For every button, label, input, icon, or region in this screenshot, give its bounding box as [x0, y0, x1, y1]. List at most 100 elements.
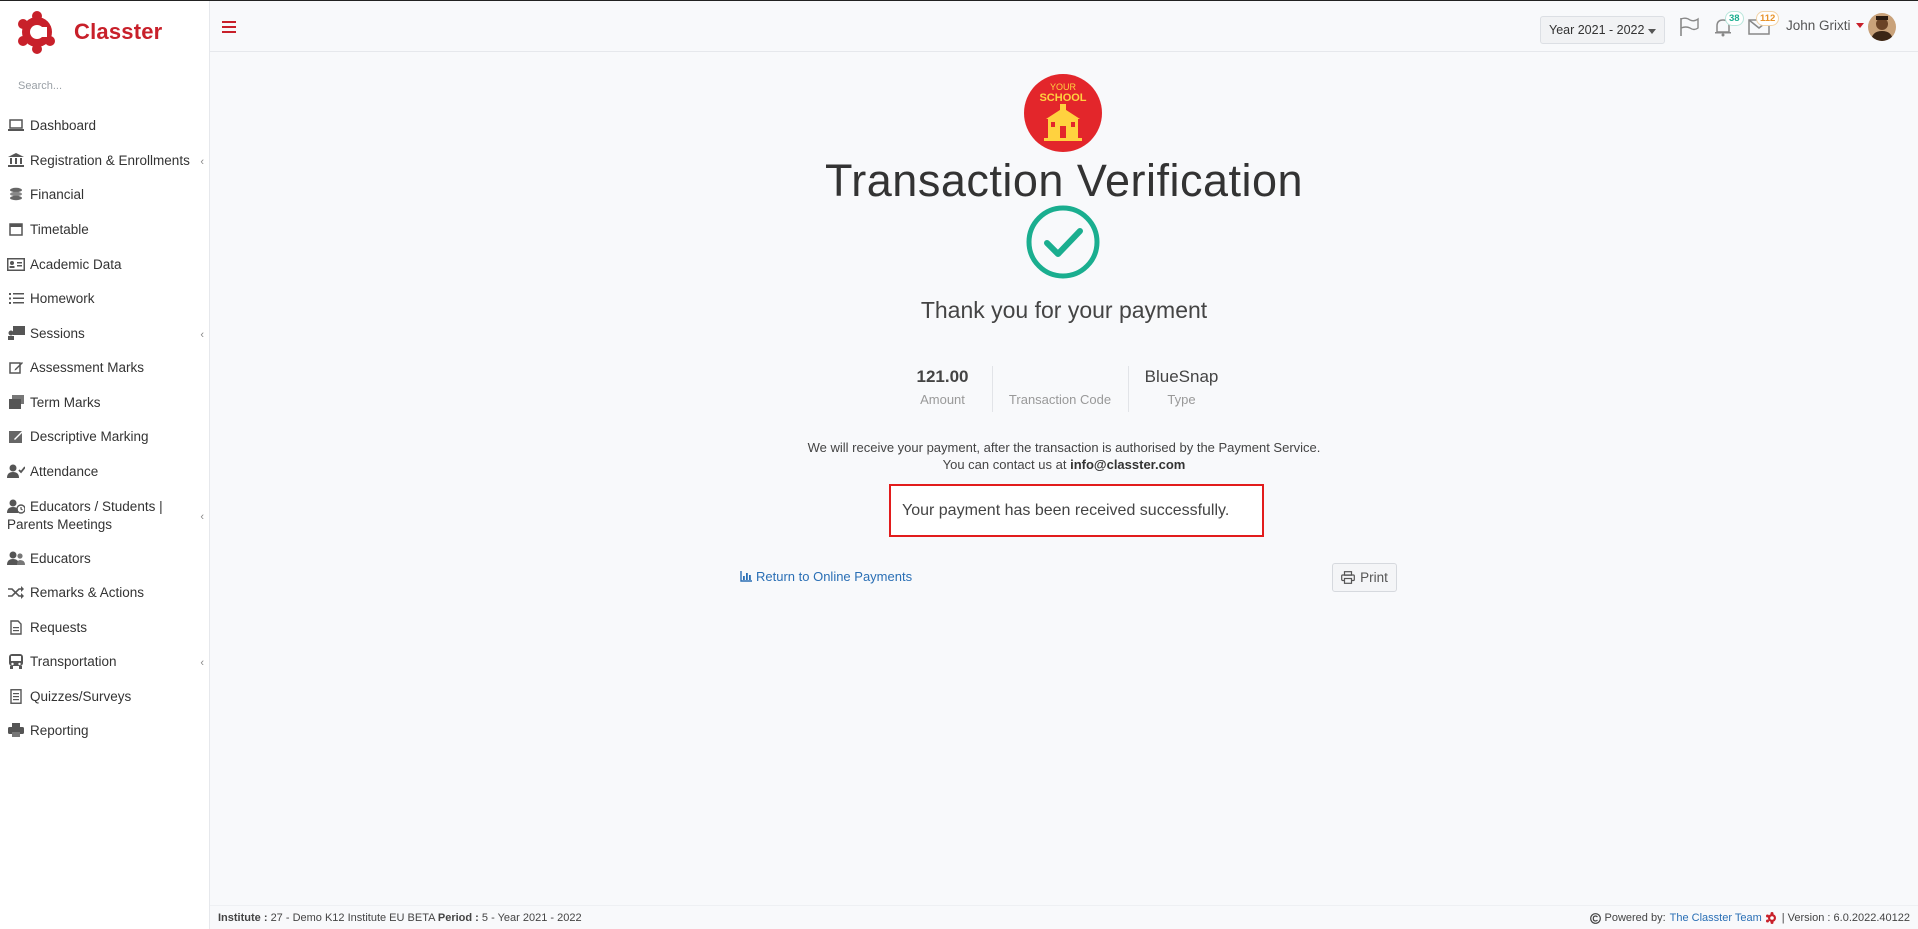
- info-line-2: You can contact us at info@classter.com: [210, 456, 1918, 473]
- success-message: Your payment has been received successfu…: [902, 501, 1230, 519]
- sidebar-item-label: Timetable: [30, 222, 89, 237]
- flag-icon[interactable]: [1678, 17, 1702, 39]
- edit-icon: [7, 359, 25, 375]
- sidebar-item-label: Homework: [30, 291, 95, 306]
- sidebar-item-term-marks[interactable]: Term Marks: [0, 394, 210, 412]
- caret-down-icon: [1855, 23, 1864, 28]
- payment-info: We will receive your payment, after the …: [210, 439, 1918, 473]
- sidebar-item-homework[interactable]: Homework: [0, 290, 210, 308]
- pencil-board-icon: [7, 428, 25, 444]
- transaction-stats: 121.00 Amount Transaction Code BlueSnap …: [210, 366, 1918, 412]
- page-title: Transaction Verification: [824, 155, 1304, 206]
- brand-name: Classter: [74, 19, 163, 44]
- avatar[interactable]: [1868, 13, 1896, 41]
- user-menu[interactable]: John Grixti: [1786, 18, 1864, 33]
- notifications-badge: 38: [1725, 11, 1744, 26]
- laptop-icon: [7, 117, 25, 133]
- classter-logo-icon: [18, 11, 55, 54]
- user-check-icon: [7, 463, 25, 479]
- sidebar-item-timetable[interactable]: Timetable: [0, 221, 210, 239]
- caret-down-icon: [1648, 29, 1656, 34]
- sidebar-item-label: Sessions: [30, 326, 85, 341]
- sidebar-item-dashboard[interactable]: Dashboard: [0, 117, 210, 135]
- notifications-bell-icon[interactable]: 38: [1713, 11, 1744, 39]
- sidebar-item-attendance[interactable]: Attendance: [0, 463, 210, 481]
- sidebar-item-label: Quizzes/Surveys: [30, 689, 132, 704]
- classter-team-link[interactable]: The Classter Team: [1670, 912, 1762, 924]
- sidebar-item-academic-data[interactable]: Academic Data: [0, 256, 210, 274]
- sidebar-item-remarks-actions[interactable]: Remarks & Actions: [0, 584, 210, 602]
- sidebar-menu: Dashboard Registration & Enrollments ‹ F…: [0, 107, 210, 740]
- messages-envelope-icon[interactable]: 112: [1748, 11, 1780, 39]
- sidebar-item-label: Requests: [30, 620, 88, 635]
- institution-icon: [7, 152, 25, 168]
- sidebar-item-label: Academic Data: [30, 257, 122, 272]
- thank-you-message: Thank you for your payment: [920, 297, 1208, 323]
- list-check-icon: [7, 290, 25, 306]
- copyright-icon: [1590, 912, 1602, 924]
- return-to-online-payments-link[interactable]: Return to Online Payments: [740, 569, 912, 584]
- stat-transaction-code: Transaction Code: [993, 366, 1129, 412]
- sidebar-item-transportation[interactable]: Transportation ‹: [0, 653, 210, 671]
- sidebar-item-label: Registration & Enrollments: [30, 153, 190, 168]
- sidebar-item-sessions[interactable]: Sessions ‹: [0, 325, 210, 343]
- print-button[interactable]: Print: [1332, 563, 1397, 592]
- success-message-box: Your payment has been received successfu…: [889, 484, 1264, 537]
- sidebar-item-label: Educators: [30, 551, 91, 566]
- stat-label: Amount: [920, 392, 965, 407]
- institute-label: Institute :: [218, 912, 268, 924]
- chevron-left-icon: ‹: [200, 657, 204, 669]
- top-header: Year 2021 - 2022 38 112 John Grixti: [210, 1, 1918, 52]
- sidebar-item-registration[interactable]: Registration & Enrollments ‹: [0, 152, 210, 170]
- period-value: 5 - Year 2021 - 2022: [481, 912, 582, 924]
- chevron-left-icon: ‹: [200, 329, 204, 341]
- return-link-label: Return to Online Payments: [756, 569, 913, 584]
- success-check-icon: [1026, 205, 1100, 279]
- classter-mini-logo-icon: [1765, 912, 1776, 924]
- stat-label: Transaction Code: [1008, 392, 1112, 407]
- sidebar-item-label: Transportation: [30, 654, 117, 669]
- shuffle-icon: [7, 584, 25, 600]
- sidebar-item-reporting[interactable]: Reporting: [0, 722, 210, 740]
- school-logo: YOUR SCHOOL: [1024, 74, 1102, 152]
- info-contact-prefix: You can contact us at: [942, 457, 1067, 472]
- sidebar-item-assessment-marks[interactable]: Assessment Marks: [0, 359, 210, 377]
- chart-icon: [740, 571, 752, 582]
- institute-value: 27 - Demo K12 Institute EU BETA: [270, 912, 435, 924]
- sidebar-item-label: Dashboard: [30, 118, 97, 133]
- year-selector[interactable]: Year 2021 - 2022: [1540, 16, 1665, 44]
- school-logo-text-school: SCHOOL: [1039, 92, 1086, 104]
- menu-toggle-icon[interactable]: [222, 21, 236, 33]
- search-input[interactable]: [10, 75, 200, 97]
- sidebar: Classter Dashboard Registration & Enroll…: [0, 1, 210, 929]
- powered-by-label: Powered by:: [1604, 912, 1666, 924]
- stat-value: 121.00: [916, 367, 969, 386]
- sidebar-item-financial[interactable]: Financial: [0, 186, 210, 204]
- sidebar-item-descriptive-marking[interactable]: Descriptive Marking: [0, 428, 210, 446]
- footer-powered-by: Powered by: The Classter Team | Version …: [1590, 912, 1910, 924]
- sidebar-item-quizzes[interactable]: Quizzes/Surveys: [0, 688, 210, 706]
- main-content: YOUR SCHOOL Transaction Verification Tha…: [210, 52, 1918, 905]
- messages-badge: 112: [1756, 11, 1780, 26]
- sidebar-item-label: Financial: [30, 187, 85, 202]
- sidebar-item-label: Educators / Students | Parents Meetings: [7, 499, 163, 532]
- chevron-left-icon: ‹: [200, 156, 204, 168]
- sidebar-item-label: Term Marks: [30, 395, 101, 410]
- sidebar-item-meetings[interactable]: Educators / Students | Parents Meetings …: [0, 498, 210, 534]
- period-label: Period :: [437, 912, 479, 924]
- stat-type: BlueSnap Type: [1129, 366, 1235, 412]
- sidebar-item-educators[interactable]: Educators: [0, 550, 210, 568]
- sidebar-item-requests[interactable]: Requests: [0, 619, 210, 637]
- user-name: John Grixti: [1786, 18, 1851, 33]
- footer: Institute : 27 - Demo K12 Institute EU B…: [210, 905, 1918, 929]
- contact-email: info@classter.com: [1070, 457, 1186, 472]
- sidebar-item-label: Descriptive Marking: [30, 429, 149, 444]
- users-icon: [7, 550, 25, 566]
- school-logo-text-your: YOUR: [1050, 82, 1077, 92]
- calendar-icon: [7, 221, 25, 237]
- sidebar-item-label: Reporting: [30, 723, 89, 738]
- notebook-icon: [7, 688, 25, 704]
- brand[interactable]: Classter: [18, 10, 162, 54]
- stack-icon: [7, 394, 25, 410]
- footer-institute-info: Institute : 27 - Demo K12 Institute EU B…: [218, 912, 582, 924]
